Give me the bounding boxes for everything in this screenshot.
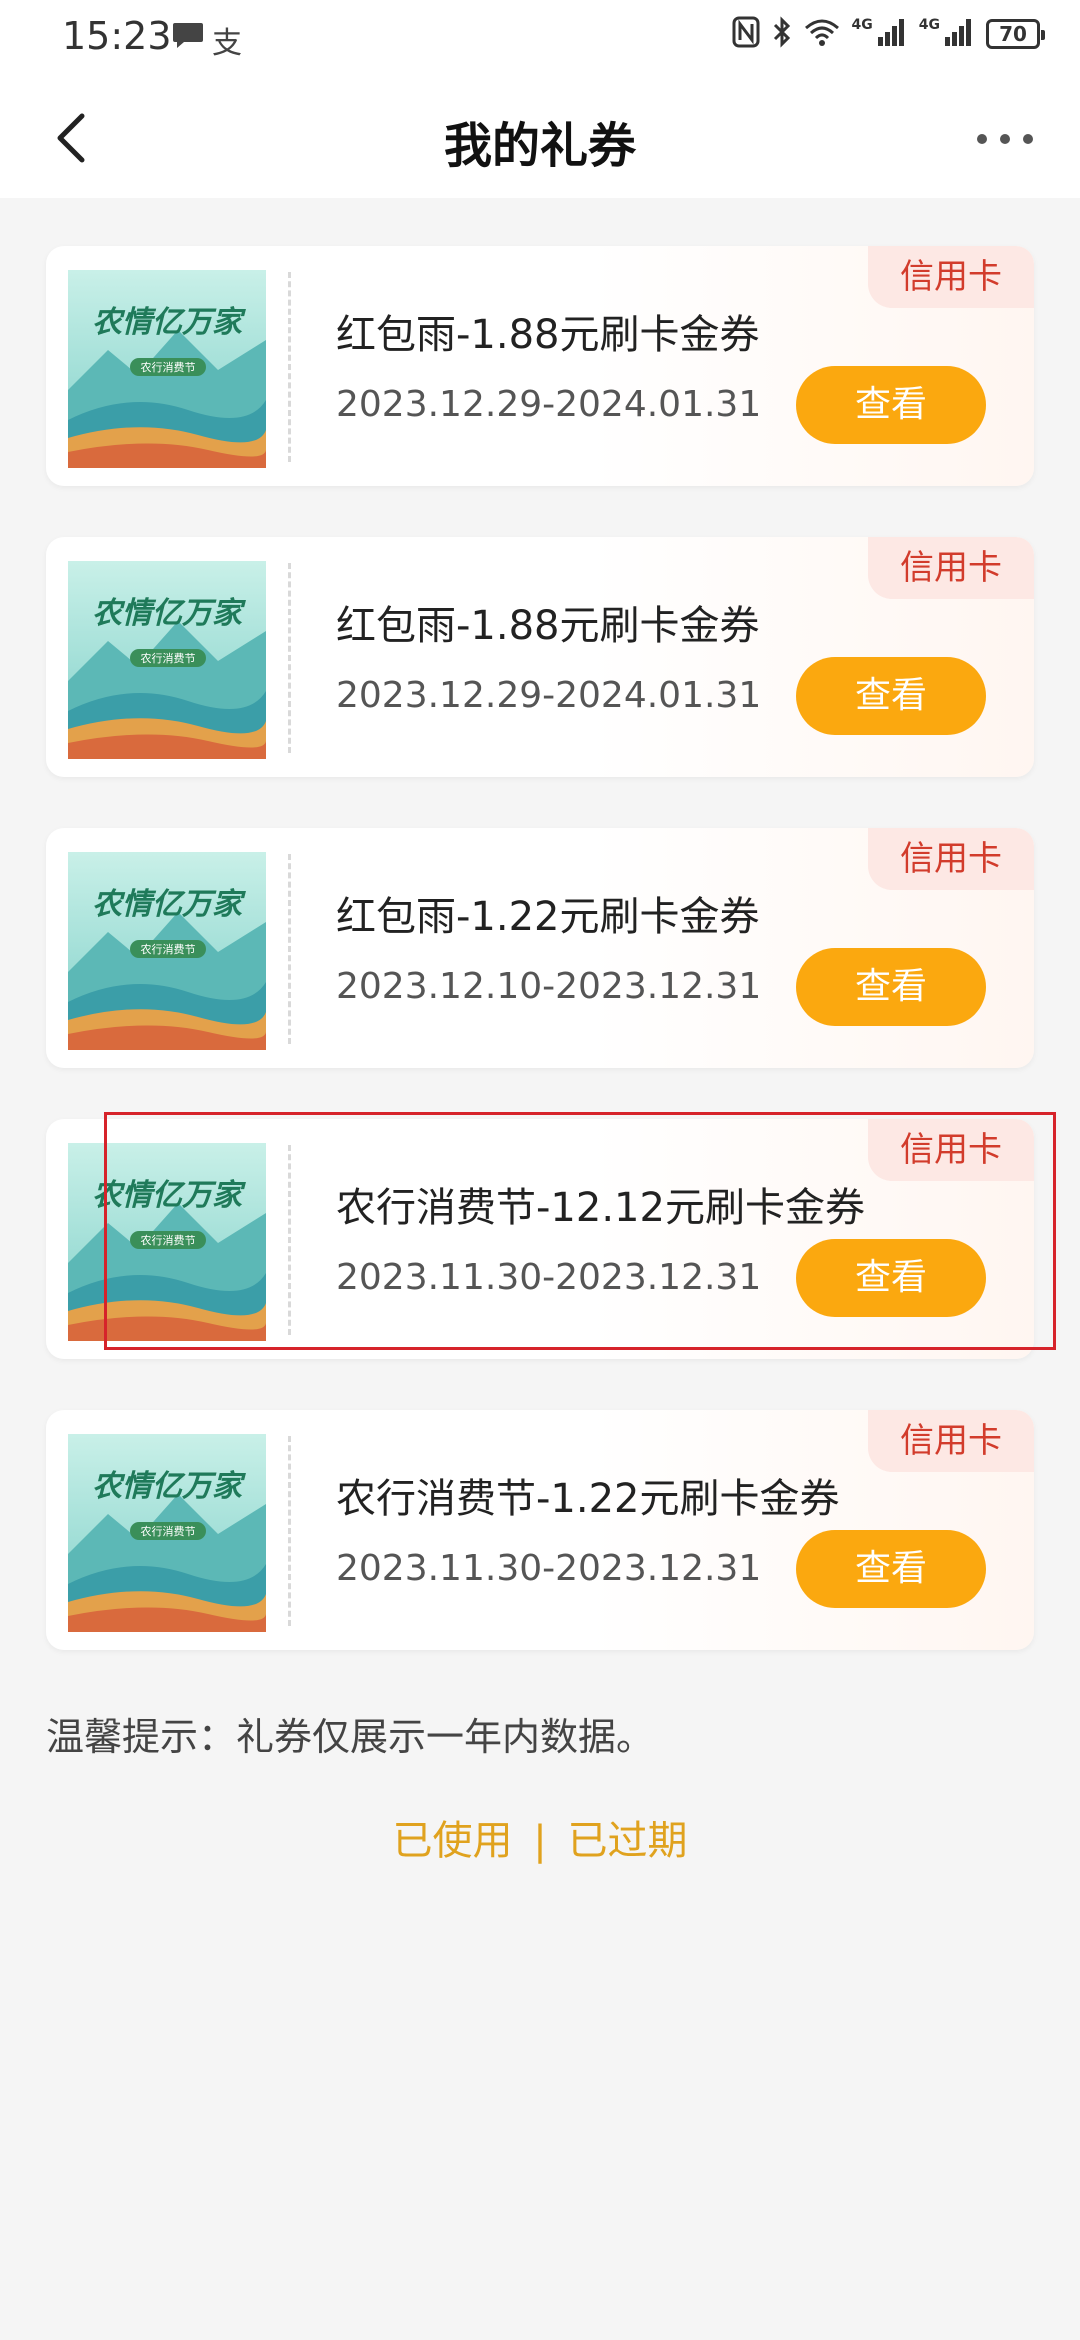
card-divider — [288, 563, 291, 753]
signal-icon-2 — [944, 17, 974, 51]
coupon-date: 2023.12.29-2024.01.31 — [336, 675, 762, 716]
credit-card-tag: 信用卡 — [868, 1410, 1034, 1472]
coupon-card[interactable]: 农行消费节 农情亿万家 红包雨-1.22元刷卡金券 2023.12.10-202… — [46, 828, 1034, 1068]
tip-text: 温馨提示：礼券仅展示一年内数据。 — [46, 1715, 655, 1759]
coupon-card[interactable]: 农行消费节 农情亿万家 红包雨-1.88元刷卡金券 2023.12.29-202… — [46, 246, 1034, 486]
view-button[interactable]: 查看 — [796, 366, 986, 444]
nav-header: 我的礼券 — [0, 78, 1080, 198]
alipay-icon: 支 — [212, 26, 242, 61]
coupon-date: 2023.11.30-2023.12.31 — [336, 1548, 762, 1589]
thumb-main-text: 农情亿万家 — [92, 887, 246, 922]
thumb-sub-text: 农行消费节 — [141, 360, 196, 374]
expired-link[interactable]: 已过期 — [567, 1808, 687, 1866]
credit-card-tag: 信用卡 — [868, 828, 1034, 890]
network-type-1: 4G — [851, 17, 873, 33]
thumb-main-text: 农情亿万家 — [92, 305, 246, 340]
coupon-thumbnail: 农行消费节 农情亿万家 — [68, 270, 267, 468]
thumb-sub-text: 农行消费节 — [141, 1524, 196, 1538]
thumb-main-text: 农情亿万家 — [92, 596, 246, 631]
coupon-thumbnail: 农行消费节 农情亿万家 — [68, 561, 267, 759]
thumb-sub-text: 农行消费节 — [141, 651, 196, 665]
used-link[interactable]: 已使用 — [393, 1808, 513, 1866]
more-button[interactable] — [970, 114, 1040, 164]
coupon-title: 农行消费节-1.22元刷卡金券 — [336, 1476, 840, 1522]
bluetooth-icon — [772, 16, 792, 52]
nfc-icon — [732, 16, 760, 52]
coupon-thumbnail: 农行消费节 农情亿万家 — [68, 852, 267, 1050]
card-divider — [288, 272, 291, 462]
battery-icon: 70 — [986, 19, 1045, 49]
message-icon — [172, 20, 204, 54]
view-button[interactable]: 查看 — [796, 948, 986, 1026]
thumb-main-text: 农情亿万家 — [92, 1469, 246, 1504]
view-button[interactable]: 查看 — [796, 657, 986, 735]
status-bar: 15:23 支 4G 4G 70 — [0, 0, 1080, 78]
coupon-title: 红包雨-1.22元刷卡金券 — [336, 894, 760, 940]
coupon-thumbnail: 农行消费节 农情亿万家 — [68, 1434, 267, 1632]
highlight-annotation — [104, 1112, 1056, 1350]
network-type-2: 4G — [918, 17, 940, 33]
coupon-card[interactable]: 农行消费节 农情亿万家 农行消费节-1.22元刷卡金券 2023.11.30-2… — [46, 1410, 1034, 1650]
more-icon — [977, 134, 1033, 144]
credit-card-tag: 信用卡 — [868, 537, 1034, 599]
history-links: 已使用 | 已过期 — [0, 1808, 1080, 1866]
page-title: 我的礼券 — [443, 118, 636, 174]
signal-icon-1 — [877, 17, 907, 51]
wifi-icon — [804, 18, 840, 50]
coupon-title: 红包雨-1.88元刷卡金券 — [336, 603, 760, 649]
coupon-date: 2023.12.10-2023.12.31 — [336, 966, 762, 1007]
coupon-card[interactable]: 农行消费节 农情亿万家 红包雨-1.88元刷卡金券 2023.12.29-202… — [46, 537, 1034, 777]
status-time: 15:23 — [62, 14, 172, 58]
thumb-sub-text: 农行消费节 — [141, 942, 196, 956]
card-divider — [288, 854, 291, 1044]
link-separator: | — [533, 1818, 547, 1864]
card-divider — [288, 1436, 291, 1626]
status-icons: 4G 4G 70 — [732, 16, 1045, 52]
coupon-title: 红包雨-1.88元刷卡金券 — [336, 312, 760, 358]
coupon-date: 2023.12.29-2024.01.31 — [336, 384, 762, 425]
credit-card-tag: 信用卡 — [868, 246, 1034, 308]
view-button[interactable]: 查看 — [796, 1530, 986, 1608]
